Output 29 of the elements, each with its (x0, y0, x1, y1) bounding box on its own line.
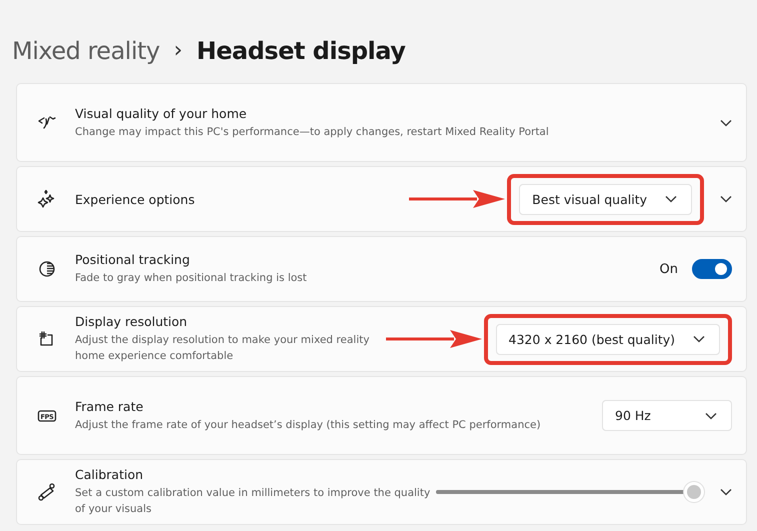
setting-title: Experience options (75, 192, 196, 206)
setting-title: Calibration (75, 467, 144, 482)
breadcrumb-link[interactable]: Mixed reality (12, 36, 160, 64)
caret-icon[interactable] (705, 412, 717, 420)
caret-icon[interactable] (693, 335, 705, 343)
half-circle-icon (37, 259, 57, 279)
dropdown[interactable]: 90 Hz (602, 400, 732, 431)
expand-chevron[interactable] (720, 488, 732, 496)
caret-icon[interactable] (665, 195, 677, 203)
setting-description: Change may impact this PC's performance—to apply changes, restart Mixed Reality Portal (75, 124, 550, 140)
setting-description: Adjust the display resolution to make your mixed reality home experience comfortable (75, 333, 370, 364)
setting-description: Set a custom calibration value in millimeters to improve the quality of your visuals (75, 486, 432, 517)
setting-title: Visual quality of your home (75, 106, 248, 120)
setting-description: Adjust the frame rate of your headset’s display (this setting may affect PC performance) (75, 418, 542, 432)
ruler-icon (37, 482, 57, 502)
dropdown[interactable]: Best visual quality (519, 184, 692, 214)
page-title: Headset display (196, 36, 406, 64)
breadcrumb-separator: › (174, 38, 183, 63)
setting-title: Display resolution (75, 314, 188, 329)
dropdown[interactable]: 4320 x 2160 (best quality) (496, 324, 720, 354)
setting-description: Fade to gray when positional tracking is lost (75, 271, 308, 286)
setting-title: Positional tracking (75, 252, 191, 267)
expand-chevron[interactable] (720, 118, 732, 126)
expand-chevron[interactable] (720, 195, 732, 203)
sparkle-icon (37, 189, 57, 209)
toggle-switch[interactable] (692, 259, 732, 279)
slider-thumb[interactable] (684, 482, 704, 502)
setting-title: Frame rate (75, 398, 144, 414)
toggle-state: On (660, 262, 678, 276)
